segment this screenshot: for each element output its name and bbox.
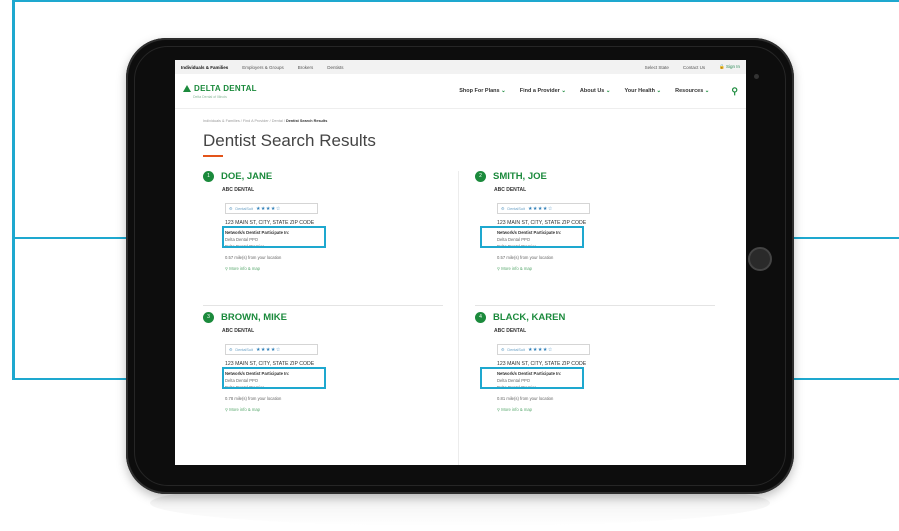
tab-employers-groups[interactable]: Employers & Groups [242, 65, 284, 70]
distance: 0.57 mile(s) from your location [497, 255, 554, 260]
tooth-icon: ⚙ [229, 207, 233, 211]
dentist-name-link[interactable]: SMITH, JOE [493, 171, 547, 182]
more-info-link[interactable]: ⚲ More info & map [497, 407, 705, 412]
contact-us-link[interactable]: Contact Us [683, 65, 705, 70]
result-card: 4 BLACK, KAREN ABC DENTAL ⚙ DentalSuit ★★… [475, 312, 705, 412]
more-info-link[interactable]: ⚲ More info & map [225, 407, 433, 412]
rating-highlight-box [480, 226, 584, 248]
title-underline [203, 155, 223, 157]
rating-label: DentalSuit [507, 347, 525, 352]
main-content: Individuals & Families / Find A Provider… [175, 109, 746, 465]
chevron-down-icon: ⌄ [561, 88, 566, 94]
tooth-icon: ⚙ [501, 207, 505, 211]
result-card: 3 BROWN, MIKE ABC DENTAL ⚙ DentalSuit ★★★… [203, 312, 433, 412]
rating-highlight-box [222, 367, 326, 389]
tab-individuals-families[interactable]: Individuals & Families [181, 65, 228, 70]
dentist-name-link[interactable]: BROWN, MIKE [221, 312, 287, 323]
distance: 0.78 mile(s) from your location [225, 396, 282, 401]
sign-in-link[interactable]: 🔒 Sign In [719, 64, 740, 70]
nav-label: Shop For Plans [459, 88, 500, 94]
logo-tagline: Delta Dental of Illinois [193, 94, 227, 99]
top-utility-bar: Individuals & Families Employers & Group… [175, 60, 746, 74]
dentist-name-link[interactable]: BLACK, KAREN [493, 312, 565, 323]
delta-logo-icon [183, 84, 191, 92]
chevron-down-icon: ⌄ [656, 88, 662, 94]
nav-shop-for-plans[interactable]: Shop For Plans ⌄ [459, 88, 505, 94]
result-number-badge: 2 [475, 171, 486, 182]
callout-line [12, 0, 899, 2]
distance: 0.81 mile(s) from your location [497, 396, 554, 401]
result-number-badge: 4 [475, 312, 486, 323]
tab-brokers[interactable]: Brokers [298, 65, 314, 70]
site-header: DELTA DENTAL Delta Dental of Illinois Sh… [175, 74, 746, 109]
dentist-name-link[interactable]: DOE, JANE [221, 171, 272, 182]
delta-dental-logo[interactable]: DELTA DENTAL Delta Dental of Illinois [183, 84, 257, 99]
rating-label: DentalSuit [507, 206, 525, 211]
logo-text: DELTA DENTAL [194, 83, 257, 93]
sign-in-label: Sign In [725, 64, 740, 69]
nav-about-us[interactable]: About Us ⌄ [580, 88, 611, 94]
nav-label: About Us [579, 88, 605, 94]
location-pin-icon: ⚲ [497, 266, 501, 271]
more-info-link[interactable]: ⚲ More info & map [225, 266, 433, 271]
breadcrumb-path[interactable]: Individuals & Families / Find A Provider… [203, 119, 285, 123]
breadcrumb-current: Dentist Search Results [285, 119, 328, 123]
rating-label: DentalSuit [235, 206, 253, 211]
rating-widget[interactable]: ⚙ DentalSuit ★★★★☆ [497, 344, 590, 355]
result-card: 2 SMITH, JOE ABC DENTAL ⚙ DentalSuit ★★★★… [475, 171, 705, 271]
more-info-label: More info & map [501, 266, 532, 271]
tab-dentists[interactable]: Dentists [327, 65, 343, 70]
more-info-link[interactable]: ⚲ More info & map [497, 266, 705, 271]
location-pin-icon: ⚲ [497, 407, 501, 412]
breadcrumb: Individuals & Families / Find A Provider… [203, 119, 718, 123]
more-info-label: More info & map [501, 407, 532, 412]
more-info-label: More info & map [229, 407, 260, 412]
home-button[interactable] [748, 247, 772, 271]
star-rating: ★★★★☆ [527, 205, 553, 212]
tablet-screen: Individuals & Families Employers & Group… [175, 60, 746, 465]
row-divider [203, 305, 443, 306]
practice-name: ABC DENTAL [222, 187, 255, 193]
select-state-link[interactable]: Select State [645, 65, 669, 70]
chevron-down-icon: ⌄ [605, 88, 611, 94]
star-rating: ★★★★☆ [527, 346, 553, 353]
result-number-badge: 3 [203, 312, 214, 323]
result-number-badge: 1 [203, 171, 214, 182]
row-divider [475, 305, 715, 306]
camera-icon [754, 74, 759, 79]
column-divider [458, 171, 459, 465]
chevron-down-icon: ⌄ [704, 88, 710, 94]
rating-highlight-box [222, 226, 326, 248]
nav-find-a-provider[interactable]: Find a Provider ⌄ [520, 88, 566, 94]
rating-label: DentalSuit [235, 347, 253, 352]
tooth-icon: ⚙ [229, 348, 233, 352]
rating-highlight-box [480, 367, 584, 389]
nav-resources[interactable]: Resources ⌄ [675, 88, 709, 94]
nav-label: Find a Provider [519, 88, 560, 94]
practice-name: ABC DENTAL [494, 328, 527, 334]
callout-line [12, 0, 15, 380]
rating-widget[interactable]: ⚙ DentalSuit ★★★★☆ [225, 203, 318, 214]
nav-label: Your Health [624, 88, 655, 94]
tooth-icon: ⚙ [501, 348, 505, 352]
nav-label: Resources [675, 88, 704, 94]
practice-name: ABC DENTAL [494, 187, 527, 193]
result-card: 1 DOE, JANE ABC DENTAL ⚙ DentalSuit ★★★★☆… [203, 171, 433, 271]
page-title: Dentist Search Results [203, 131, 376, 150]
search-icon[interactable]: ⚲ [731, 86, 738, 97]
location-pin-icon: ⚲ [225, 266, 229, 271]
location-pin-icon: ⚲ [225, 407, 229, 412]
practice-name: ABC DENTAL [222, 328, 255, 334]
distance: 0.57 mile(s) from your location [225, 255, 282, 260]
star-rating: ★★★★☆ [255, 346, 281, 353]
star-rating: ★★★★☆ [255, 205, 281, 212]
rating-widget[interactable]: ⚙ DentalSuit ★★★★☆ [497, 203, 590, 214]
rating-widget[interactable]: ⚙ DentalSuit ★★★★☆ [225, 344, 318, 355]
main-nav: Shop For Plans ⌄ Find a Provider ⌄ About… [257, 86, 738, 97]
nav-your-health[interactable]: Your Health ⌄ [625, 88, 662, 94]
more-info-label: More info & map [229, 266, 260, 271]
chevron-down-icon: ⌄ [501, 88, 506, 94]
